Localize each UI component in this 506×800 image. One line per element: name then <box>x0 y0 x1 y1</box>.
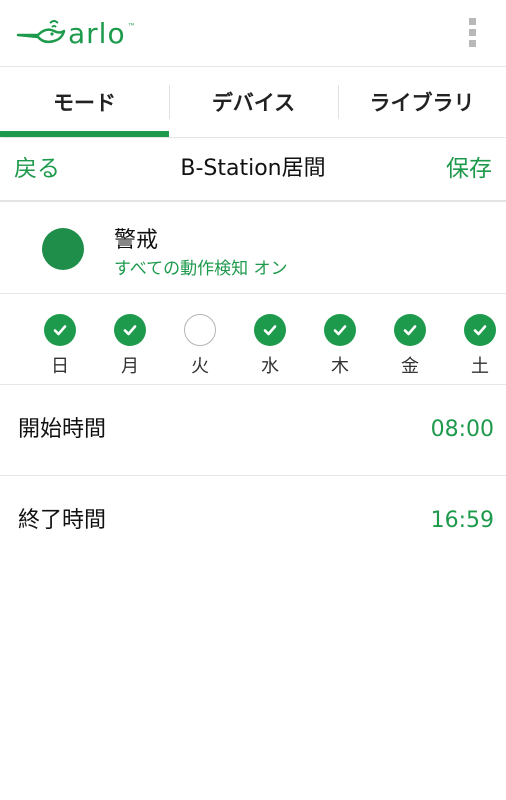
logo-trademark: ™ <box>127 21 136 31</box>
day-toggle-thursday[interactable]: 木 <box>318 314 362 378</box>
day-selector: 日 月 火 水 木 金 土 <box>0 294 506 385</box>
save-button[interactable]: 保存 <box>446 138 492 200</box>
day-label: 水 <box>261 356 279 377</box>
arlo-logo: arlo ™ <box>16 14 136 54</box>
bird-logo-icon <box>16 20 66 44</box>
tab-devices[interactable]: デバイス <box>169 67 338 137</box>
active-tab-indicator <box>0 131 169 137</box>
day-toggle-wednesday[interactable]: 水 <box>248 314 292 378</box>
day-toggle-tuesday[interactable]: 火 <box>178 314 222 378</box>
mode-status-dot <box>42 228 84 270</box>
tab-bar: モード デバイス ライブラリ <box>0 66 506 137</box>
mode-item[interactable]: 警戒 すべての動作検知 オン <box>0 202 506 294</box>
empty-circle-icon <box>184 314 216 346</box>
day-toggle-saturday[interactable]: 土 <box>458 314 502 378</box>
end-time-row[interactable]: 終了時間 16:59 <box>0 476 506 566</box>
day-toggle-friday[interactable]: 金 <box>388 314 432 378</box>
start-time-label: 開始時間 <box>18 417 107 442</box>
end-time-label: 終了時間 <box>18 508 107 533</box>
checkmark-icon <box>44 314 76 346</box>
day-label: 木 <box>331 356 349 377</box>
day-label: 月 <box>121 356 139 377</box>
kebab-menu-icon[interactable] <box>466 18 478 50</box>
day-toggle-sunday[interactable]: 日 <box>38 314 82 378</box>
checkmark-icon <box>394 314 426 346</box>
checkmark-icon <box>114 314 146 346</box>
checkmark-icon <box>254 314 286 346</box>
logo-text: arlo <box>68 17 126 50</box>
page-title: B-Station居間 <box>180 156 326 181</box>
back-button[interactable]: 戻る <box>14 138 60 200</box>
checkmark-icon <box>464 314 496 346</box>
day-label: 金 <box>401 356 419 377</box>
checkmark-icon <box>324 314 356 346</box>
start-time-value[interactable]: 08:00 <box>431 385 494 475</box>
start-time-row[interactable]: 開始時間 08:00 <box>0 385 506 476</box>
day-toggle-monday[interactable]: 月 <box>108 314 152 378</box>
mode-name: 警戒 <box>114 228 159 253</box>
mode-description: すべての動作検知 オン <box>114 259 288 279</box>
day-label: 火 <box>191 356 209 377</box>
top-app-bar: arlo ™ <box>0 0 506 66</box>
edit-navigation-bar: B-Station居間 戻る 保存 <box>0 138 506 202</box>
day-label: 土 <box>471 356 489 377</box>
end-time-value[interactable]: 16:59 <box>431 476 494 566</box>
day-label: 日 <box>51 356 69 377</box>
tab-mode[interactable]: モード <box>0 67 169 137</box>
tab-library[interactable]: ライブラリ <box>338 67 506 137</box>
